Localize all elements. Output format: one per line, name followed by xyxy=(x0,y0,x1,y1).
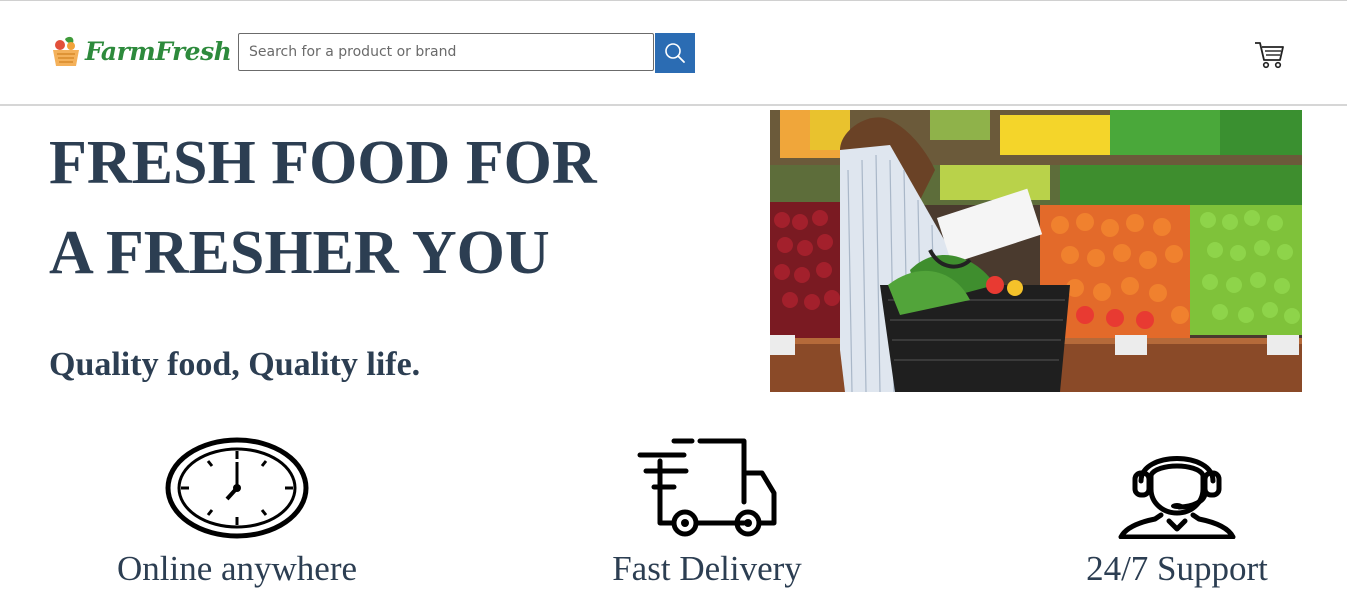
shopping-cart-icon[interactable] xyxy=(1253,38,1285,70)
brand-logo[interactable]: FarmFresh xyxy=(51,33,232,69)
feature-label: Fast Delivery xyxy=(612,549,802,588)
hero-tagline: Quality food, Quality life. xyxy=(49,346,421,383)
hero-title-line-2: A FRESHER YOU xyxy=(49,219,550,287)
feature-online-anywhere: Online anywhere xyxy=(87,432,387,589)
search-icon xyxy=(665,43,685,63)
hero-title-line-1: FRESH FOOD FOR xyxy=(49,129,597,197)
search-input[interactable] xyxy=(238,33,654,71)
delivery-truck-icon xyxy=(637,438,777,537)
search-button[interactable] xyxy=(655,33,695,73)
hero-image-grocery-shopper xyxy=(770,110,1302,392)
feature-label: 24/7 Support xyxy=(1086,549,1268,588)
feature-label: Online anywhere xyxy=(116,549,358,588)
site-header: FarmFresh xyxy=(0,1,1347,106)
feature-24-7-support: 24/7 Support xyxy=(1027,432,1327,589)
logo-text: FarmFresh xyxy=(85,36,232,66)
feature-fast-delivery: Fast Delivery xyxy=(557,432,857,589)
clock-icon xyxy=(165,437,309,539)
hero-title: FRESH FOOD FOR A FRESHER YOU xyxy=(49,118,597,298)
support-agent-icon xyxy=(1118,456,1236,539)
basket-logo-icon xyxy=(53,36,79,66)
